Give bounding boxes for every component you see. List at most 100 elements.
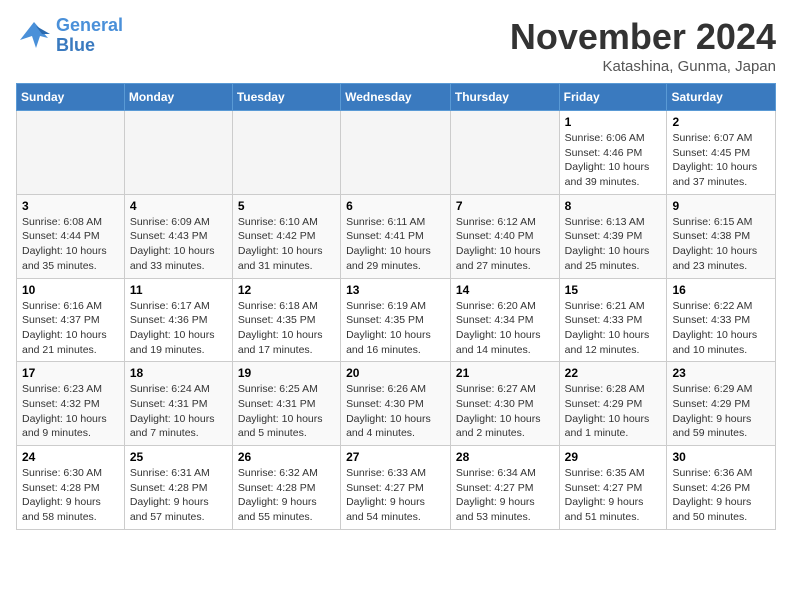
calendar-cell xyxy=(341,111,451,195)
title-block: November 2024 Katashina, Gunma, Japan xyxy=(510,16,776,75)
day-number: 14 xyxy=(456,283,554,297)
calendar-cell xyxy=(124,111,232,195)
day-info: Sunrise: 6:34 AM Sunset: 4:27 PM Dayligh… xyxy=(456,466,554,525)
header-tuesday: Tuesday xyxy=(232,84,340,111)
calendar-cell: 20Sunrise: 6:26 AM Sunset: 4:30 PM Dayli… xyxy=(341,362,451,446)
logo: General Blue xyxy=(16,16,123,56)
calendar-cell: 5 Sunrise: 6:10 AM Sunset: 4:42 PM Daylig… xyxy=(232,194,340,278)
calendar-week-4: 17 Sunrise: 6:23 AM Sunset: 4:32 PM Dayli… xyxy=(17,362,776,446)
calendar-cell: 24 Sunrise: 6:30 AM Sunset: 4:28 PM Dayli… xyxy=(17,446,125,530)
day-info: Sunrise: 6:24 AM Sunset: 4:31 PM Dayligh… xyxy=(130,382,227,441)
day-info: Sunrise: 6:12 AM Sunset: 4:40 PM Dayligh… xyxy=(456,215,554,274)
day-info: Sunrise: 6:08 AM Sunset: 4:44 PM Dayligh… xyxy=(22,215,119,274)
day-info: Sunrise: 6:29 AM Sunset: 4:29 PM Dayligh… xyxy=(672,382,770,441)
day-number: 18 xyxy=(130,366,227,380)
calendar-cell xyxy=(450,111,559,195)
calendar-week-5: 24 Sunrise: 6:30 AM Sunset: 4:28 PM Dayli… xyxy=(17,446,776,530)
calendar-cell: 28 Sunrise: 6:34 AM Sunset: 4:27 PM Dayli… xyxy=(450,446,559,530)
day-info: Sunrise: 6:31 AM Sunset: 4:28 PM Dayligh… xyxy=(130,466,227,525)
calendar-table: SundayMondayTuesdayWednesdayThursdayFrid… xyxy=(16,83,776,530)
day-info: Sunrise: 6:09 AM Sunset: 4:43 PM Dayligh… xyxy=(130,215,227,274)
day-info: Sunrise: 6:36 AM Sunset: 4:26 PM Dayligh… xyxy=(672,466,770,525)
calendar-week-2: 3 Sunrise: 6:08 AM Sunset: 4:44 PM Daylig… xyxy=(17,194,776,278)
day-info: Sunrise: 6:22 AM Sunset: 4:33 PM Dayligh… xyxy=(672,299,770,358)
calendar-cell: 13 Sunrise: 6:19 AM Sunset: 4:35 PM Dayli… xyxy=(341,278,451,362)
calendar-cell: 25 Sunrise: 6:31 AM Sunset: 4:28 PM Dayli… xyxy=(124,446,232,530)
calendar-cell: 23 Sunrise: 6:29 AM Sunset: 4:29 PM Dayli… xyxy=(667,362,776,446)
day-number: 23 xyxy=(672,366,770,380)
page-header: General Blue November 2024 Katashina, Gu… xyxy=(16,16,776,75)
day-number: 8 xyxy=(565,199,662,213)
day-number: 28 xyxy=(456,450,554,464)
day-number: 9 xyxy=(672,199,770,213)
day-number: 1 xyxy=(565,115,662,129)
day-number: 29 xyxy=(565,450,662,464)
calendar-cell: 30Sunrise: 6:36 AM Sunset: 4:26 PM Dayli… xyxy=(667,446,776,530)
day-number: 13 xyxy=(346,283,445,297)
calendar-week-1: 1 Sunrise: 6:06 AM Sunset: 4:46 PM Daylig… xyxy=(17,111,776,195)
calendar-cell: 8 Sunrise: 6:13 AM Sunset: 4:39 PM Daylig… xyxy=(559,194,667,278)
calendar-cell: 21Sunrise: 6:27 AM Sunset: 4:30 PM Dayli… xyxy=(450,362,559,446)
day-number: 15 xyxy=(565,283,662,297)
logo-icon xyxy=(16,18,52,54)
day-number: 16 xyxy=(672,283,770,297)
day-info: Sunrise: 6:27 AM Sunset: 4:30 PM Dayligh… xyxy=(456,382,554,441)
day-info: Sunrise: 6:28 AM Sunset: 4:29 PM Dayligh… xyxy=(565,382,662,441)
calendar-cell: 11 Sunrise: 6:17 AM Sunset: 4:36 PM Dayli… xyxy=(124,278,232,362)
day-info: Sunrise: 6:18 AM Sunset: 4:35 PM Dayligh… xyxy=(238,299,335,358)
calendar-cell: 26 Sunrise: 6:32 AM Sunset: 4:28 PM Dayli… xyxy=(232,446,340,530)
day-info: Sunrise: 6:16 AM Sunset: 4:37 PM Dayligh… xyxy=(22,299,119,358)
calendar-cell: 16 Sunrise: 6:22 AM Sunset: 4:33 PM Dayli… xyxy=(667,278,776,362)
calendar-cell: 10 Sunrise: 6:16 AM Sunset: 4:37 PM Dayli… xyxy=(17,278,125,362)
header-monday: Monday xyxy=(124,84,232,111)
header-sunday: Sunday xyxy=(17,84,125,111)
day-number: 20 xyxy=(346,366,445,380)
day-info: Sunrise: 6:21 AM Sunset: 4:33 PM Dayligh… xyxy=(565,299,662,358)
day-info: Sunrise: 6:19 AM Sunset: 4:35 PM Dayligh… xyxy=(346,299,445,358)
calendar-cell: 7Sunrise: 6:12 AM Sunset: 4:40 PM Daylig… xyxy=(450,194,559,278)
calendar-cell: 12 Sunrise: 6:18 AM Sunset: 4:35 PM Dayli… xyxy=(232,278,340,362)
day-info: Sunrise: 6:17 AM Sunset: 4:36 PM Dayligh… xyxy=(130,299,227,358)
calendar-cell: 19 Sunrise: 6:25 AM Sunset: 4:31 PM Dayli… xyxy=(232,362,340,446)
day-number: 10 xyxy=(22,283,119,297)
calendar-cell: 3 Sunrise: 6:08 AM Sunset: 4:44 PM Daylig… xyxy=(17,194,125,278)
day-info: Sunrise: 6:10 AM Sunset: 4:42 PM Dayligh… xyxy=(238,215,335,274)
day-info: Sunrise: 6:35 AM Sunset: 4:27 PM Dayligh… xyxy=(565,466,662,525)
day-number: 26 xyxy=(238,450,335,464)
day-number: 4 xyxy=(130,199,227,213)
calendar-header-row: SundayMondayTuesdayWednesdayThursdayFrid… xyxy=(17,84,776,111)
calendar-cell: 15 Sunrise: 6:21 AM Sunset: 4:33 PM Dayli… xyxy=(559,278,667,362)
day-info: Sunrise: 6:20 AM Sunset: 4:34 PM Dayligh… xyxy=(456,299,554,358)
calendar-cell: 9 Sunrise: 6:15 AM Sunset: 4:38 PM Daylig… xyxy=(667,194,776,278)
day-info: Sunrise: 6:11 AM Sunset: 4:41 PM Dayligh… xyxy=(346,215,445,274)
day-info: Sunrise: 6:23 AM Sunset: 4:32 PM Dayligh… xyxy=(22,382,119,441)
calendar-week-3: 10 Sunrise: 6:16 AM Sunset: 4:37 PM Dayli… xyxy=(17,278,776,362)
day-info: Sunrise: 6:06 AM Sunset: 4:46 PM Dayligh… xyxy=(565,131,662,190)
header-saturday: Saturday xyxy=(667,84,776,111)
calendar-cell: 6Sunrise: 6:11 AM Sunset: 4:41 PM Daylig… xyxy=(341,194,451,278)
header-thursday: Thursday xyxy=(450,84,559,111)
location: Katashina, Gunma, Japan xyxy=(510,58,776,75)
day-number: 19 xyxy=(238,366,335,380)
day-number: 3 xyxy=(22,199,119,213)
calendar-cell: 22Sunrise: 6:28 AM Sunset: 4:29 PM Dayli… xyxy=(559,362,667,446)
day-number: 2 xyxy=(672,115,770,129)
day-info: Sunrise: 6:25 AM Sunset: 4:31 PM Dayligh… xyxy=(238,382,335,441)
day-number: 12 xyxy=(238,283,335,297)
calendar-cell xyxy=(232,111,340,195)
day-number: 5 xyxy=(238,199,335,213)
day-info: Sunrise: 6:30 AM Sunset: 4:28 PM Dayligh… xyxy=(22,466,119,525)
day-info: Sunrise: 6:33 AM Sunset: 4:27 PM Dayligh… xyxy=(346,466,445,525)
day-info: Sunrise: 6:13 AM Sunset: 4:39 PM Dayligh… xyxy=(565,215,662,274)
day-info: Sunrise: 6:32 AM Sunset: 4:28 PM Dayligh… xyxy=(238,466,335,525)
calendar-cell: 4 Sunrise: 6:09 AM Sunset: 4:43 PM Daylig… xyxy=(124,194,232,278)
day-number: 17 xyxy=(22,366,119,380)
day-number: 25 xyxy=(130,450,227,464)
day-number: 11 xyxy=(130,283,227,297)
calendar-cell: 17 Sunrise: 6:23 AM Sunset: 4:32 PM Dayli… xyxy=(17,362,125,446)
day-info: Sunrise: 6:15 AM Sunset: 4:38 PM Dayligh… xyxy=(672,215,770,274)
calendar-cell: 27Sunrise: 6:33 AM Sunset: 4:27 PM Dayli… xyxy=(341,446,451,530)
day-info: Sunrise: 6:07 AM Sunset: 4:45 PM Dayligh… xyxy=(672,131,770,190)
day-number: 24 xyxy=(22,450,119,464)
header-friday: Friday xyxy=(559,84,667,111)
